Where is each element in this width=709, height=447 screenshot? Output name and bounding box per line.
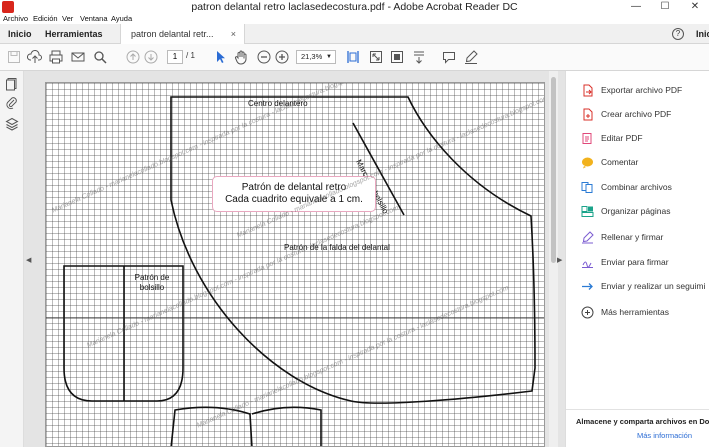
tool-label: Más herramientas — [601, 307, 670, 317]
more-tools-icon — [581, 306, 594, 319]
acrobat-window: patron delantal retro laclasedecostura.p… — [0, 0, 709, 447]
expand-icon[interactable] — [389, 49, 405, 65]
send-track-icon — [582, 283, 593, 290]
tab-document[interactable]: patron delantal retr... × — [120, 24, 245, 44]
page-thumbnails-icon[interactable] — [5, 77, 19, 91]
comment-icon — [582, 157, 593, 169]
window-title: patron delantal retro laclasedecostura.p… — [191, 1, 518, 13]
combine-files-icon — [581, 182, 593, 193]
tool-label: Comentar — [601, 157, 639, 167]
print-icon[interactable] — [48, 49, 64, 65]
tool-combine-files[interactable]: Combinar archivos — [581, 180, 709, 196]
menu-archivo[interactable]: Archivo — [3, 14, 28, 23]
close-window-button[interactable]: ✕ — [683, 0, 707, 14]
search-icon[interactable] — [92, 49, 108, 65]
zoom-level-select[interactable]: 21,3% ▼ — [296, 50, 336, 64]
panel-divider — [566, 409, 709, 410]
sign-icon[interactable] — [463, 49, 479, 65]
maximize-button[interactable]: ☐ — [653, 0, 677, 14]
tab-document-label: patron delantal retr... — [131, 29, 214, 39]
zoom-in-icon[interactable] — [274, 49, 290, 65]
page-down-icon[interactable] — [143, 49, 159, 65]
page-total: / 1 — [186, 51, 195, 60]
tab-close-icon[interactable]: × — [231, 24, 236, 44]
hand-icon[interactable] — [233, 49, 249, 65]
page-number-input[interactable]: 1 — [167, 50, 183, 64]
tools-panel: Exportar archivo PDF Crear archivo PDF E… — [565, 71, 709, 447]
tool-label: Enviar para firmar — [601, 257, 669, 267]
tool-label: Crear archivo PDF — [601, 109, 672, 119]
scroll-mode-icon[interactable] — [411, 49, 427, 65]
edit-pdf-icon — [582, 133, 592, 144]
tool-label: Rellenar y firmar — [601, 232, 664, 242]
mail-icon[interactable] — [70, 49, 86, 65]
tab-home[interactable]: Inicio — [8, 24, 32, 44]
signin-link[interactable]: Inic — [696, 24, 709, 44]
select-arrow-icon[interactable] — [212, 49, 228, 65]
create-pdf-icon — [583, 108, 593, 121]
tool-label: Editar PDF — [601, 133, 643, 143]
title-bar: patron delantal retro laclasedecostura.p… — [0, 0, 709, 14]
menu-bar: Archivo Edición Ver Ventana Ayuda — [0, 14, 709, 24]
tool-label: Combinar archivos — [601, 182, 672, 192]
fullscreen-icon[interactable] — [368, 49, 384, 65]
tool-create-pdf[interactable]: Crear archivo PDF — [581, 107, 709, 123]
menu-ventana[interactable]: Ventana — [80, 14, 108, 23]
menu-ver[interactable]: Ver — [62, 14, 73, 23]
menu-ayuda[interactable]: Ayuda — [111, 14, 132, 23]
store-promo-title: Almacene y comparta archivos en Docu — [576, 417, 709, 426]
scrollbar-thumb[interactable] — [551, 77, 556, 263]
minimize-button[interactable]: — — [624, 0, 648, 14]
layers-icon[interactable] — [5, 117, 19, 131]
toolbar: 1 / 1 21,3% ▼ — [0, 44, 709, 71]
zoom-level-value: 21,3% — [301, 52, 323, 61]
tool-comment[interactable]: Comentar — [581, 155, 709, 171]
comment-icon[interactable] — [441, 49, 457, 65]
organize-pages-icon — [581, 206, 594, 217]
save-icon[interactable] — [6, 49, 22, 65]
tool-edit-pdf[interactable]: Editar PDF — [581, 131, 709, 147]
tool-send-sign[interactable]: Enviar para firmar — [581, 255, 709, 271]
more-info-link[interactable]: Más información — [637, 431, 692, 440]
send-sign-icon — [582, 261, 593, 268]
tool-label: Enviar y realizar un seguimi — [601, 281, 706, 291]
pdf-page: Centro delantero Marca de bolsillo Patró… — [45, 82, 545, 447]
chevron-down-icon: ▼ — [326, 54, 332, 60]
tool-send-track[interactable]: Enviar y realizar un seguimi — [581, 279, 709, 295]
fill-sign-icon — [582, 231, 594, 244]
collapse-left-icon[interactable]: ◀ — [26, 256, 31, 264]
attachment-icon[interactable] — [5, 96, 19, 110]
left-navigation-rail — [0, 71, 24, 447]
tool-more-tools[interactable]: Más herramientas — [581, 305, 709, 321]
tool-organize-pages[interactable]: Organizar páginas — [581, 204, 709, 220]
tool-fill-sign[interactable]: Rellenar y firmar — [581, 230, 709, 246]
zoom-out-icon[interactable] — [256, 49, 272, 65]
upload-icon[interactable] — [27, 49, 43, 65]
tab-tools[interactable]: Herramientas — [45, 24, 103, 44]
tool-export-pdf[interactable]: Exportar archivo PDF — [581, 83, 709, 99]
menu-edicion[interactable]: Edición — [33, 14, 58, 23]
fit-page-icon[interactable] — [345, 49, 361, 65]
tab-bar: Inicio Herramientas patron delantal retr… — [0, 24, 709, 44]
apron-pattern-drawing — [46, 96, 544, 446]
info-scale: Cada cuadrito equivale a 1 cm. — [225, 194, 363, 205]
collapse-right-icon[interactable]: ▶ — [557, 256, 562, 264]
page-up-icon[interactable] — [125, 49, 141, 65]
tool-label: Organizar páginas — [601, 206, 671, 216]
pocket-pattern-label: Patrón de bolsillo — [134, 273, 170, 292]
export-pdf-icon — [583, 84, 593, 97]
help-icon[interactable]: ? — [672, 28, 684, 40]
tool-label: Exportar archivo PDF — [601, 85, 683, 95]
